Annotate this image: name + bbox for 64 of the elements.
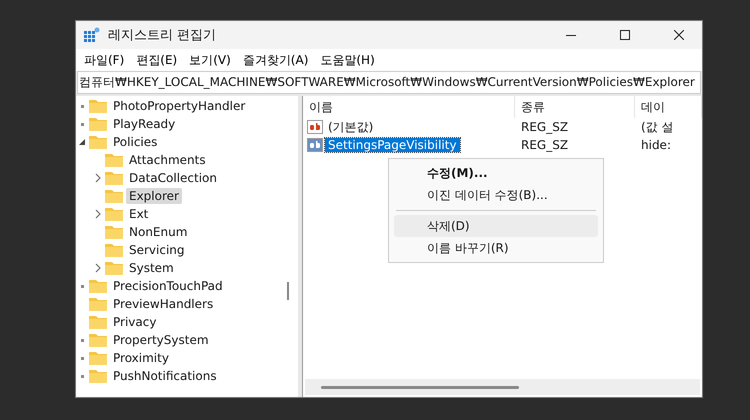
chevron-right-icon[interactable] — [95, 209, 102, 219]
registry-app-icon — [84, 27, 100, 43]
context-menu-item[interactable]: 이름 바꾸기(R) — [394, 237, 598, 259]
minimize-icon[interactable] — [566, 34, 576, 36]
menu-item[interactable]: 편집(E) — [130, 50, 184, 70]
folder-icon — [89, 351, 107, 365]
tree-item[interactable]: PhotoPropertyHandler — [110, 98, 248, 114]
folder-icon — [105, 171, 123, 185]
folder-icon — [105, 189, 123, 203]
column-header[interactable]: 이름 — [303, 96, 515, 118]
column-header[interactable]: 종류 — [515, 96, 635, 118]
tree-item[interactable]: NonEnum — [126, 224, 190, 240]
chevron-right-icon[interactable] — [95, 263, 102, 273]
folder-icon — [89, 315, 107, 329]
menu-item[interactable]: 보기(V) — [183, 50, 237, 70]
menu-item[interactable]: 즐겨찾기(A) — [236, 50, 314, 70]
tree-item[interactable]: Attachments — [126, 152, 209, 168]
value-name[interactable]: (기본값) — [325, 118, 376, 136]
tree-item[interactable]: DataCollection — [126, 170, 220, 186]
tree-item[interactable]: Ext — [126, 206, 152, 222]
tree-item[interactable]: PropertySystem — [110, 332, 212, 348]
folder-icon — [105, 261, 123, 275]
value-type: REG_SZ — [520, 138, 570, 152]
chevron-right-icon[interactable] — [95, 173, 102, 183]
folder-icon — [89, 99, 107, 113]
column-header[interactable]: 데이 — [635, 96, 702, 118]
tree-item[interactable]: PlayReady — [110, 116, 178, 132]
tree-item[interactable]: PrecisionTouchPad — [110, 278, 226, 294]
tree-item[interactable]: Explorer — [126, 188, 182, 204]
maximize-icon[interactable] — [620, 30, 630, 40]
horizontal-scrollbar[interactable] — [305, 379, 700, 395]
menu-item[interactable]: 도움말(H) — [314, 50, 381, 70]
folder-icon — [89, 333, 107, 347]
folder-icon — [89, 135, 107, 149]
folder-icon — [105, 207, 123, 221]
folder-icon — [89, 297, 107, 311]
window-title: 레지스트리 편집기 — [108, 27, 218, 44]
folder-icon — [105, 243, 123, 257]
value-data: (값 설 — [640, 118, 674, 136]
folder-icon — [89, 369, 107, 383]
folder-icon — [89, 279, 107, 293]
context-menu-item[interactable]: 삭제(D) — [394, 215, 598, 237]
tree-item[interactable]: Proximity — [110, 350, 172, 366]
folder-icon — [105, 153, 123, 167]
context-menu-item[interactable]: 이진 데이터 수정(B)... — [394, 184, 598, 206]
tree-item[interactable]: Servicing — [126, 242, 188, 258]
context-menu-item[interactable]: 수정(M)... — [394, 162, 598, 184]
scrollbar-thumb[interactable] — [287, 282, 289, 300]
string-value-icon — [307, 138, 323, 152]
menu-item[interactable]: 파일(F) — [78, 50, 130, 70]
expanded-triangle-icon[interactable] — [79, 138, 86, 146]
folder-icon — [89, 117, 107, 131]
string-value-icon — [307, 120, 323, 134]
value-name[interactable]: SettingsPageVisibility — [325, 138, 460, 152]
tree-item[interactable]: PushNotifications — [110, 368, 220, 384]
folder-icon — [105, 225, 123, 239]
address-field[interactable]: 컴퓨터₩HKEY_LOCAL_MACHINE₩SOFTWARE₩Microsoft₩Windows₩CurrentVersion₩Policies₩Explorer — [77, 71, 701, 94]
tree-item[interactable]: Privacy — [110, 314, 160, 330]
close-icon[interactable] — [674, 30, 684, 40]
value-data: hide: — [640, 138, 672, 152]
tree-item[interactable]: Policies — [110, 134, 160, 150]
value-type: REG_SZ — [520, 120, 570, 134]
tree-item[interactable]: PreviewHandlers — [110, 296, 216, 312]
tree-item[interactable]: System — [126, 260, 177, 276]
